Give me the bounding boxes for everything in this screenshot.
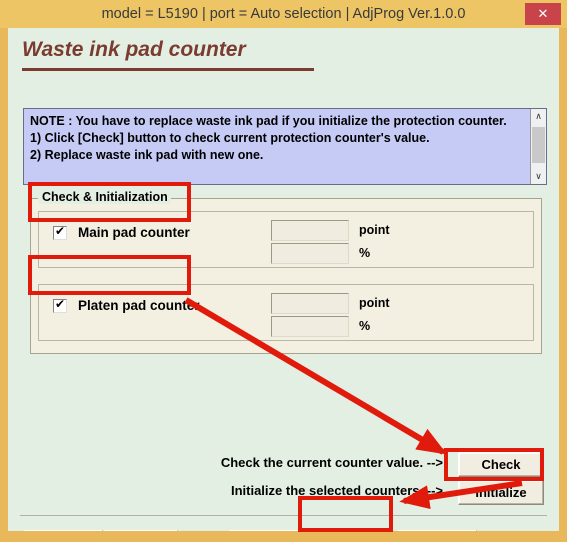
cancel-button[interactable]: Cancel xyxy=(398,530,477,531)
platen-pad-point-unit: point xyxy=(359,296,390,310)
note-scrollbar[interactable]: ∧ ∨ xyxy=(530,109,546,184)
window-title: model = L5190 | port = Auto selection | … xyxy=(101,6,466,22)
initialize-button[interactable]: Initialize xyxy=(458,480,544,505)
close-icon[interactable]: ✕ xyxy=(525,3,561,25)
footer-divider xyxy=(20,515,547,516)
check-button[interactable]: Check xyxy=(458,452,544,477)
scrollbar-thumb[interactable] xyxy=(532,127,545,163)
platen-pad-counter-row: Platen pad counter point % xyxy=(38,284,534,341)
page-title: Waste ink pad counter xyxy=(22,38,246,61)
check-prompt-text: Check the current counter value. --> xyxy=(220,455,443,470)
main-pad-percent-unit: % xyxy=(359,246,371,260)
initialize-prompt-text: Initialize the selected counters. --> xyxy=(230,483,443,498)
get-status-button[interactable]: Get Status xyxy=(24,530,103,531)
note-text: NOTE : You have to replace waste ink pad… xyxy=(30,114,507,162)
platen-pad-counter-checkbox[interactable]: Platen pad counter xyxy=(53,297,200,313)
title-bar: model = L5190 | port = Auto selection | … xyxy=(0,0,567,28)
finish-button[interactable]: Finish xyxy=(310,530,389,531)
checkmark-icon[interactable] xyxy=(53,297,67,313)
group-border-right xyxy=(161,198,542,199)
main-pad-counter-checkbox[interactable]: Main pad counter xyxy=(53,224,190,240)
adjprog-window: model = L5190 | port = Auto selection | … xyxy=(0,0,567,542)
main-pad-counter-label: Main pad counter xyxy=(78,225,190,240)
cleaning-button[interactable]: Cleaning xyxy=(104,530,178,531)
client-area: Waste ink pad counter NOTE : You have to… xyxy=(8,28,559,531)
main-pad-counter-row: Main pad counter point % xyxy=(38,211,534,268)
page-title-underline xyxy=(22,68,314,71)
chevron-down-icon[interactable]: ∨ xyxy=(531,169,546,184)
note-panel: NOTE : You have to replace waste ink pad… xyxy=(23,108,547,185)
chevron-up-icon[interactable]: ∧ xyxy=(531,109,546,124)
back-button: < Back xyxy=(230,530,309,531)
platen-pad-counter-label: Platen pad counter xyxy=(78,298,200,313)
main-pad-percent-input[interactable] xyxy=(271,243,349,264)
platen-pad-point-input[interactable] xyxy=(271,293,349,314)
main-pad-point-unit: point xyxy=(359,223,390,237)
checkmark-icon[interactable] xyxy=(53,224,67,240)
platen-pad-percent-unit: % xyxy=(359,319,371,333)
group-border-left xyxy=(30,198,38,199)
platen-pad-percent-input[interactable] xyxy=(271,316,349,337)
main-pad-point-input[interactable] xyxy=(271,220,349,241)
group-legend: Check & Initialization xyxy=(39,190,171,204)
